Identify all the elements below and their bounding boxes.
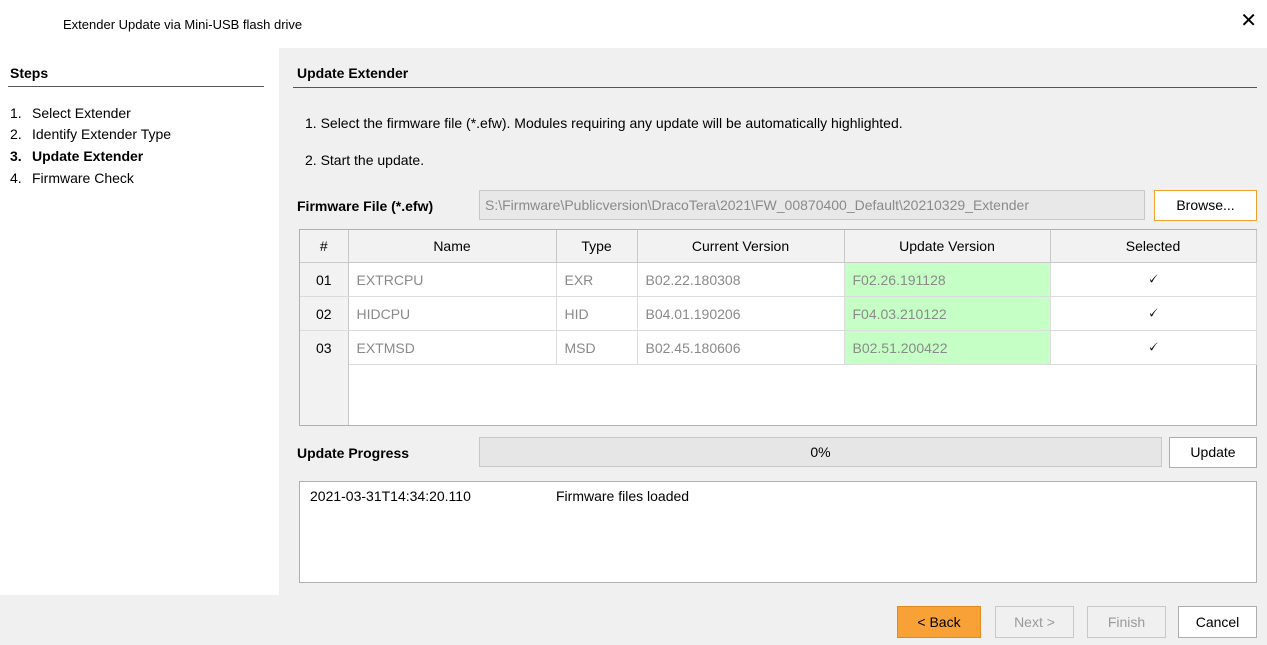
log-message: Firmware files loaded — [556, 488, 690, 504]
row-index: 02 — [300, 296, 349, 331]
page-title: Update Extender — [297, 65, 409, 81]
step-number: 3. — [10, 148, 22, 164]
module-type: EXR — [556, 262, 638, 297]
next-button[interactable]: Next > — [995, 606, 1074, 638]
table-row[interactable]: 01 EXTRCPU EXR B02.22.180308 F02.26.1911… — [300, 262, 1257, 297]
table-header-row: # Name Type Current Version Update Versi… — [300, 230, 1257, 263]
finish-button[interactable]: Finish — [1087, 606, 1166, 638]
steps-panel: Steps 1. Select Extender 2. Identify Exten… — [0, 48, 279, 595]
update-button[interactable]: Update — [1169, 437, 1257, 468]
row-index: 01 — [300, 262, 349, 297]
column-header-type[interactable]: Type — [556, 230, 638, 263]
close-icon[interactable]: ✕ — [1240, 11, 1257, 31]
instruction-select-firmware: 1. Select the firmware file (*.efw). Mod… — [305, 115, 903, 131]
column-header-index[interactable]: # — [300, 230, 349, 263]
column-header-selected[interactable]: Selected — [1050, 230, 1257, 263]
step-update-extender: 3. Update Extender — [10, 147, 143, 165]
step-firmware-check: 4. Firmware Check — [10, 169, 134, 187]
window-title: Extender Update via Mini-USB flash drive — [63, 17, 303, 32]
update-progress-bar: 0% — [479, 437, 1162, 467]
step-number: 1. — [10, 105, 22, 121]
log-area[interactable]: 2021-03-31T14:34:20.110 Firmware files l… — [299, 481, 1257, 583]
checkmark-icon[interactable]: 🗸 — [1147, 339, 1158, 356]
update-version: B02.51.200422 — [844, 330, 1051, 365]
column-header-current-version[interactable]: Current Version — [637, 230, 845, 263]
current-version: B02.22.180308 — [637, 262, 845, 297]
module-table: # Name Type Current Version Update Versi… — [299, 229, 1257, 426]
selected-cell[interactable]: 🗸 — [1050, 330, 1257, 365]
step-label: Firmware Check — [32, 170, 134, 186]
module-type: MSD — [556, 330, 638, 365]
current-version: B04.01.190206 — [637, 296, 845, 331]
step-identify-extender-type: 2. Identify Extender Type — [10, 125, 171, 143]
table-row[interactable]: 02 HIDCPU HID B04.01.190206 F04.03.21012… — [300, 296, 1257, 331]
update-version: F02.26.191128 — [844, 262, 1051, 297]
instruction-start-update: 2. Start the update. — [305, 152, 425, 168]
cancel-button[interactable]: Cancel — [1178, 606, 1257, 638]
selected-cell[interactable]: 🗸 — [1050, 262, 1257, 297]
row-header-filler — [300, 363, 349, 425]
steps-title: Steps — [10, 65, 49, 81]
firmware-file-label: Firmware File (*.efw) — [297, 198, 434, 214]
log-timestamp: 2021-03-31T14:34:20.110 — [310, 488, 471, 504]
table-row[interactable]: 03 EXTMSD MSD B02.45.180606 B02.51.20042… — [300, 330, 1257, 365]
module-name: EXTMSD — [348, 330, 557, 365]
step-label: Update Extender — [32, 148, 144, 164]
column-header-name[interactable]: Name — [348, 230, 557, 263]
current-version: B02.45.180606 — [637, 330, 845, 365]
module-name: EXTRCPU — [348, 262, 557, 297]
row-index: 03 — [300, 330, 349, 365]
firmware-file-field: S:\Firmware\Publicversion\DracoTera\2021… — [479, 190, 1145, 220]
column-header-update-version[interactable]: Update Version — [844, 230, 1051, 263]
module-name: HIDCPU — [348, 296, 557, 331]
step-select-extender: 1. Select Extender — [10, 104, 131, 122]
back-button[interactable]: < Back — [897, 606, 981, 638]
selected-cell[interactable]: 🗸 — [1050, 296, 1257, 331]
title-bar: Extender Update via Mini-USB flash drive… — [0, 0, 1267, 48]
step-label: Select Extender — [32, 105, 131, 121]
update-version: F04.03.210122 — [844, 296, 1051, 331]
steps-divider — [8, 86, 264, 87]
update-progress-label: Update Progress — [297, 445, 410, 461]
title-divider — [293, 87, 1257, 88]
checkmark-icon[interactable]: 🗸 — [1147, 305, 1158, 322]
checkmark-icon[interactable]: 🗸 — [1147, 271, 1158, 288]
step-number: 4. — [10, 170, 22, 186]
browse-button[interactable]: Browse... — [1154, 190, 1257, 221]
module-type: HID — [556, 296, 638, 331]
step-number: 2. — [10, 126, 22, 142]
step-label: Identify Extender Type — [32, 126, 172, 142]
